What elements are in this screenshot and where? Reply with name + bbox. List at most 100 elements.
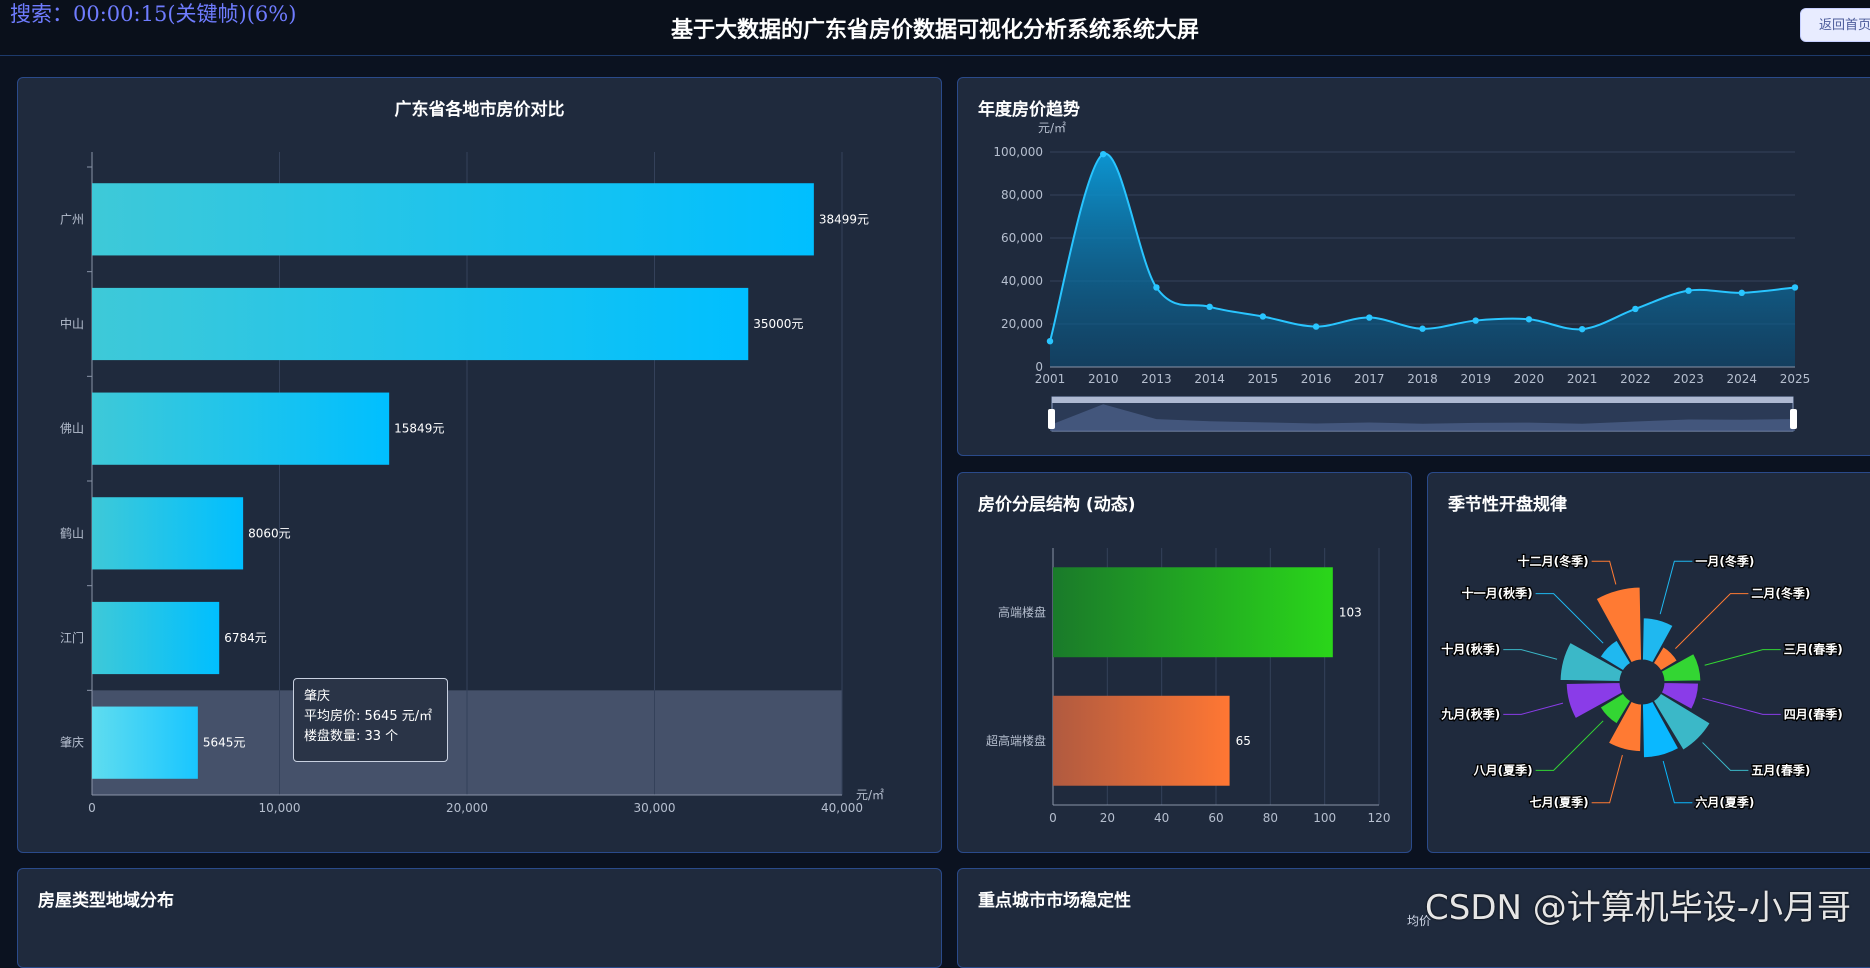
x-tick-label: 2016 [1301,372,1332,386]
x-tick-label: 20 [1100,811,1115,825]
bar-value-label: 8060元 [248,526,291,540]
x-tick-label: 2019 [1460,372,1491,386]
trend-point [1791,284,1799,291]
rose-label: 八月(夏季) [1473,762,1533,777]
x-tick-label: 2014 [1194,372,1225,386]
y-tick-label: 80,000 [1001,188,1043,202]
x-tick-label: 40,000 [821,801,863,815]
x-tick-label: 0 [1049,811,1057,825]
x-tick-label: 2020 [1514,372,1545,386]
y-tick-label: 20,000 [1001,317,1043,331]
rose-leader-line [1704,649,1781,666]
y-tick-label: 100,000 [993,145,1043,159]
season-chart[interactable]: 一月(冬季) 二月(冬季) 三月(春季) 四月(春季) 五月(春季) 六月(夏季) 七月(夏… [1427,472,1870,853]
bar-江门 [92,601,220,675]
rose-label: 四月(春季) [1784,706,1843,721]
y-tick-label: 高端楼盘 [998,604,1046,619]
y-tick-label: 超高端楼盘 [986,733,1046,748]
x-tick-label: 2024 [1727,372,1758,386]
trend-chart[interactable]: 元/㎡020,00040,00060,00080,000100,0002001 2… [957,77,1870,456]
bar-value-label: 15849元 [394,422,444,436]
rose-label: 二月(冬季) [1751,586,1810,601]
x-tick-label: 60 [1208,811,1223,825]
x-tick-label: 2013 [1141,372,1172,386]
rose-label: 七月(夏季) [1530,795,1589,810]
y-tick-label: 广州 [60,212,84,226]
trend-point [1312,323,1320,330]
trend-point [1100,150,1107,158]
x-tick-label: 0 [88,801,96,815]
watermark: CSDN @计算机毕设-小月哥 [1425,888,1852,928]
rose-leader-line [1591,754,1623,804]
x-tick-label: 2023 [1673,372,1704,386]
y-tick-label: 江门 [60,630,84,645]
bar-value-label: 103 [1339,605,1362,619]
city-compare-chart[interactable]: 0 10,000 20,000 30,000 40,000元/㎡ 广州 38499元中山 35… [17,77,942,853]
rose-leader-line [1702,742,1749,771]
bar-value-label: 35000元 [753,317,803,331]
rose-label: 六月(夏季) [1695,795,1754,810]
rose-leader-line [1591,560,1617,585]
trend-point [1259,313,1267,320]
rose-leader-line [1659,560,1693,615]
zoom-handle-right [1790,409,1797,429]
tooltip-city: 肇庆 [304,689,331,704]
rose-leader-line [1662,760,1693,804]
y-tick-label: 中山 [60,316,84,331]
y-tick-label: 佛山 [60,422,84,436]
x-tick-label: 2022 [1620,372,1651,386]
trend-point [1472,317,1479,324]
trend-point [1153,284,1160,291]
x-tick-label: 2015 [1248,372,1279,386]
x-tick-label: 10,000 [259,801,301,815]
x-tick-label: 2021 [1567,372,1598,386]
x-tick-label: 20,000 [446,801,488,815]
bar-value-label: 6784元 [224,631,267,645]
bar-佛山 [92,392,390,465]
trend-point [1366,314,1373,321]
top-bar: 搜索：00:00:15(关键帧)(6%) 基于大数据的广东省房价数据可视化分析系… [0,0,1870,56]
rose-leader-line [1503,702,1564,715]
y-tick-label: 鹤山 [60,525,84,540]
x-tick-label: 120 [1368,811,1391,825]
trend-point [1685,287,1692,294]
zoom-handle-left [1048,409,1055,429]
type-region-title: 房屋类型地域分布 [38,891,174,911]
y-tick-label: 60,000 [1001,231,1043,245]
rose-label: 五月(春季) [1751,762,1810,777]
x-axis-unit: 元/㎡ [856,788,884,802]
bar-高端楼盘 [1053,567,1333,658]
stability-title: 重点城市市场稳定性 [978,891,1131,911]
y-tick-label: 40,000 [1001,274,1043,288]
x-tick-label: 100 [1313,811,1336,825]
trend-point [1419,325,1426,332]
rose-leader-line [1535,593,1604,644]
trend-point [1525,316,1533,323]
return-home-button[interactable]: 返回首页 [1800,8,1870,42]
rose-label: 九月(秋季) [1440,706,1500,721]
bar-超高端楼盘 [1053,695,1230,786]
bar-value-label: 5645元 [203,736,246,750]
x-tick-label: 2001 [1035,372,1066,386]
rose-label: 十一月(秋季) [1462,586,1533,601]
trend-point [1632,305,1639,313]
bar-广州 [92,183,814,256]
trend-point [1046,338,1054,345]
trend-point [1206,303,1213,310]
x-tick-label: 40 [1154,811,1169,825]
y-tick-label: 肇庆 [60,735,84,750]
tooltip-price: 平均房价: 5645 元/㎡ [304,709,433,724]
bar-鹤山 [92,497,244,570]
layer-chart[interactable]: 0 20 40 60 80 100 120 高端楼盘 103 超高端楼盘 65 [957,472,1412,853]
type-region-panel: 房屋类型地域分布 [17,868,942,968]
bar-value-label: 38499元 [819,212,869,226]
bar-中山 [92,287,749,361]
rose-leader-line [1675,593,1749,649]
rose-leader-line [1702,697,1781,715]
rose-leader-line [1503,649,1558,660]
x-tick-label: 2018 [1407,372,1438,386]
trend-point [1738,289,1745,297]
x-tick-label: 2017 [1354,372,1385,386]
rose-label: 一月(冬季) [1695,553,1754,568]
rose-label: 三月(春季) [1784,642,1843,657]
